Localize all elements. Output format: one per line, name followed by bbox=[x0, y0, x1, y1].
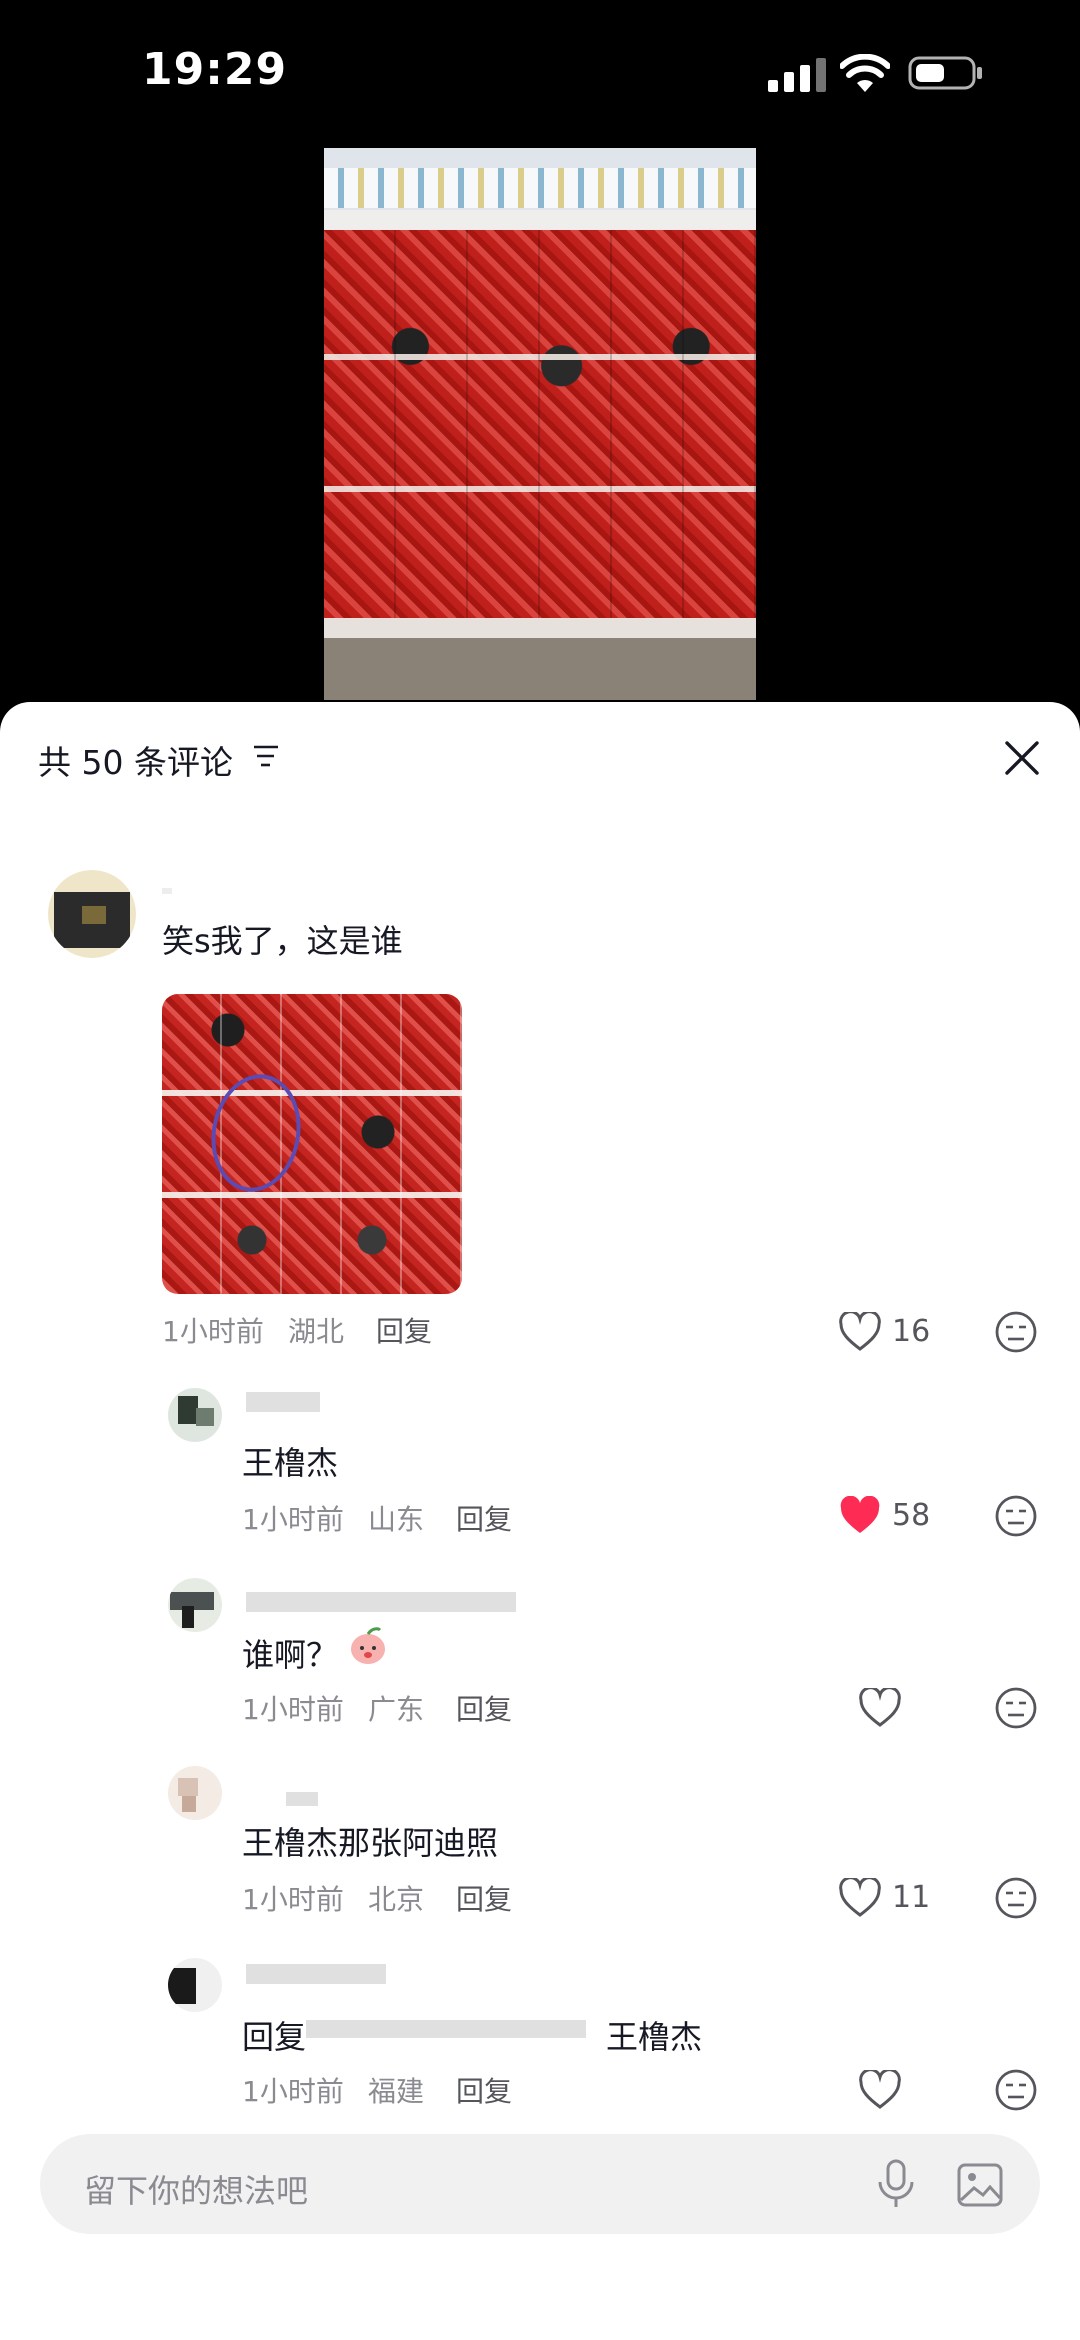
heart-icon[interactable] bbox=[838, 1312, 882, 1352]
close-icon[interactable] bbox=[1004, 740, 1040, 776]
like-count: 58 bbox=[892, 1498, 931, 1533]
mention-redacted bbox=[306, 2020, 586, 2038]
comment-time: 1小时前 bbox=[242, 2075, 344, 2108]
emoji-icon[interactable] bbox=[994, 2068, 1038, 2112]
comment-text: 笑s我了，这是谁 bbox=[162, 922, 403, 960]
username-redacted bbox=[246, 1592, 516, 1612]
heart-icon-liked[interactable] bbox=[838, 1496, 882, 1536]
comment-text: 谁啊？ bbox=[242, 1636, 339, 1674]
reply-button[interactable]: 回复 bbox=[456, 1688, 512, 1728]
avatar[interactable] bbox=[168, 1578, 222, 1632]
emoji-icon[interactable] bbox=[994, 1310, 1038, 1354]
sort-icon[interactable] bbox=[252, 744, 280, 768]
comment-text-suffix: 王橹杰 bbox=[606, 2018, 703, 2056]
comment-text: 王橹杰 bbox=[242, 1444, 339, 1482]
username-redacted bbox=[246, 1392, 320, 1412]
emoji-icon[interactable] bbox=[994, 1876, 1038, 1920]
comment-input[interactable]: 留下你的想法吧 bbox=[40, 2134, 1040, 2234]
status-bar: 19:29 bbox=[0, 0, 1080, 140]
battery-icon bbox=[908, 56, 982, 90]
username-redacted bbox=[286, 1792, 318, 1806]
comment-input-placeholder: 留下你的想法吧 bbox=[84, 2172, 309, 2210]
comment-location: 福建 bbox=[368, 2075, 425, 2108]
heart-icon[interactable] bbox=[838, 1878, 882, 1918]
comment-location: 广东 bbox=[368, 1693, 425, 1726]
comment-time: 1小时前 bbox=[242, 1693, 344, 1726]
circle-annotation bbox=[202, 1067, 310, 1199]
like-count: 11 bbox=[892, 1880, 931, 1915]
emoji-icon[interactable] bbox=[994, 1686, 1038, 1730]
comment-time: 1小时前 bbox=[242, 1503, 344, 1536]
image-icon[interactable] bbox=[956, 2162, 1004, 2208]
mic-icon[interactable] bbox=[874, 2158, 918, 2210]
comment-location: 山东 bbox=[368, 1503, 425, 1536]
comment-location: 湖北 bbox=[288, 1315, 345, 1348]
reply-button[interactable]: 回复 bbox=[456, 1498, 512, 1538]
status-time: 19:29 bbox=[142, 44, 288, 95]
comment-time: 1小时前 bbox=[162, 1315, 264, 1348]
like-count: 16 bbox=[892, 1314, 931, 1349]
comments-sheet: 共 50 条评论 笑s我了，这是谁 1小时前 湖北 回复 16 王橹杰 1小时前… bbox=[0, 702, 1080, 2340]
reply-button[interactable]: 回复 bbox=[376, 1310, 432, 1350]
avatar[interactable] bbox=[168, 1958, 222, 2012]
heart-icon[interactable] bbox=[858, 2070, 902, 2110]
comments-title: 共 50 条评论 bbox=[38, 743, 233, 782]
video-poster-wall bbox=[324, 230, 756, 618]
avatar[interactable] bbox=[168, 1766, 222, 1820]
username-redacted bbox=[246, 1964, 386, 1984]
emoji-icon[interactable] bbox=[994, 1494, 1038, 1538]
video-preview[interactable] bbox=[324, 148, 756, 700]
reply-button[interactable]: 回复 bbox=[456, 1878, 512, 1918]
wifi-icon bbox=[840, 54, 890, 92]
peach-emoji bbox=[351, 1627, 385, 1664]
comment-location: 北京 bbox=[368, 1883, 425, 1916]
avatar[interactable] bbox=[168, 1388, 222, 1442]
username-redacted bbox=[162, 888, 172, 894]
signal-icon bbox=[768, 58, 826, 92]
comment-image[interactable] bbox=[162, 994, 462, 1294]
reply-button[interactable]: 回复 bbox=[456, 2070, 512, 2110]
comment-text: 王橹杰那张阿迪照 bbox=[242, 1824, 499, 1862]
avatar[interactable] bbox=[48, 870, 136, 958]
video-shelf bbox=[324, 168, 756, 208]
heart-icon[interactable] bbox=[858, 1688, 902, 1728]
comment-time: 1小时前 bbox=[242, 1883, 344, 1916]
comment-text-prefix: 回复 bbox=[242, 2018, 307, 2056]
